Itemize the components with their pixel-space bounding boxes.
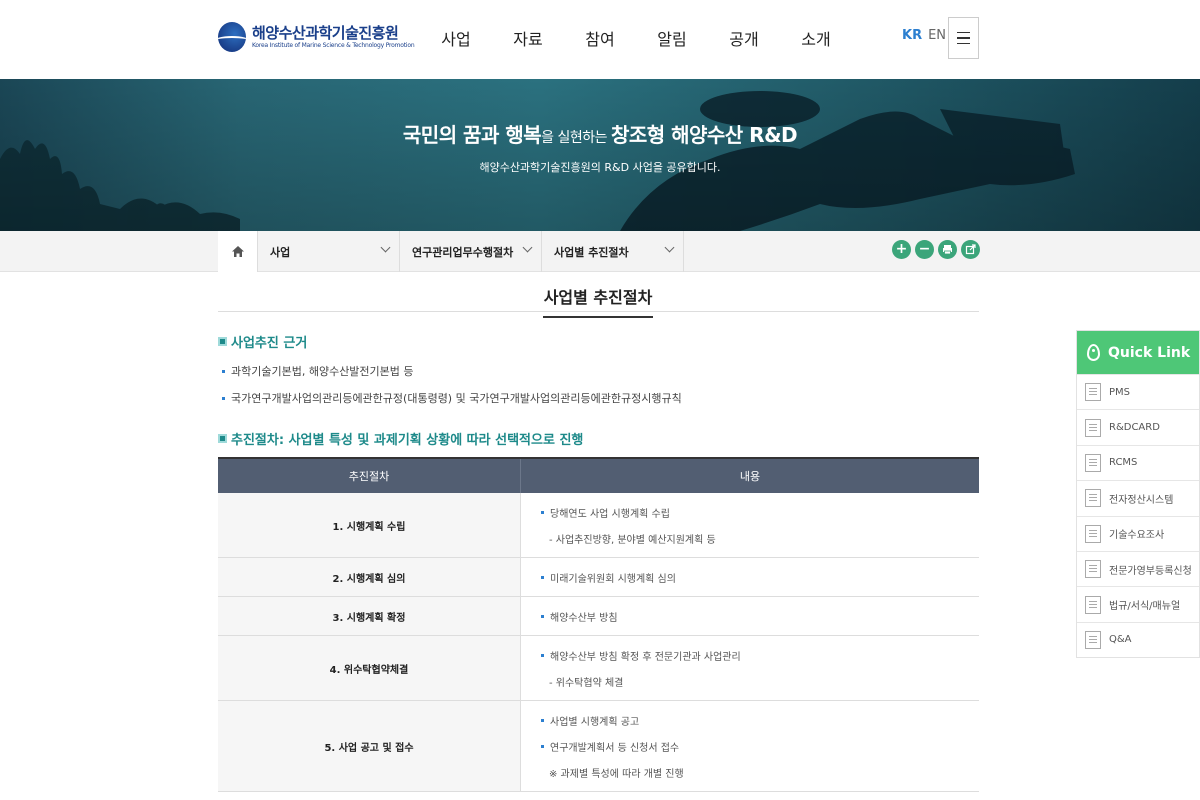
e-settlement-link[interactable]: 전자정산시스템 [1077, 480, 1199, 515]
nav-item-business[interactable]: 사업 [420, 26, 492, 50]
content-line: 미래기술위원회 시행계획 심의 [541, 564, 959, 590]
qna-link[interactable]: Q&A [1077, 621, 1199, 657]
list-item: 국가연구개발사업의관리등에관한규정(대통령령) 및 국가연구개발사업의관리등에관… [222, 390, 682, 406]
square-bullet-icon [218, 434, 227, 443]
tech-demand-link[interactable]: 기술수요조사 [1077, 515, 1199, 551]
content-cell: 해양수산부 방침 [521, 597, 979, 635]
rndcard-link[interactable]: R&DCARD [1077, 409, 1199, 444]
document-icon [1085, 418, 1101, 437]
content-line: - 사업추진방향, 분야별 예산지원계획 등 [549, 534, 716, 546]
nav-item-about[interactable]: 소개 [780, 26, 852, 50]
nav-item-disclosure[interactable]: 공개 [708, 26, 780, 50]
lang-kr-link[interactable]: KR [902, 28, 922, 43]
regulations-link[interactable]: 법규/서식/매뉴얼 [1077, 586, 1199, 621]
section-heading: 추진절차: 사업별 특성 및 과제기획 상황에 따라 선택적으로 진행 [218, 429, 583, 448]
square-bullet-icon [218, 337, 227, 346]
external-link-icon [965, 244, 976, 255]
table-row: 5. 사업 공고 및 접수 사업별 시행계획 공고 연구개발계획서 등 신청서 접수… [218, 701, 979, 792]
document-icon [1085, 489, 1101, 508]
bullet-icon [541, 653, 544, 657]
location-pin-icon [1087, 344, 1100, 361]
logo-subtitle: Korea Institute of Marine Science & Tech… [252, 41, 415, 49]
step-cell: 2. 시행계획 심의 [218, 558, 521, 596]
table-header: 추진절차 내용 [218, 459, 979, 493]
expert-registration-link[interactable]: 전문가영부등록신청 [1077, 550, 1199, 586]
breadcrumb: 사업 연구관리업무수행절차 사업별 추진절차 [0, 231, 1200, 272]
bullet-icon [541, 718, 544, 722]
step-cell: 4. 위수탁협약체결 [218, 636, 521, 700]
breadcrumb-level2-dropdown[interactable]: 연구관리업무수행절차 [400, 231, 542, 272]
chevron-down-icon [380, 242, 391, 253]
content-cell: 해양수산부 방침 확정 후 전문기관과 사업관리 - 위수탁협약 체결 [521, 636, 979, 700]
content-cell: 사업별 시행계획 공고 연구개발계획서 등 신청서 접수 ※ 과제별 특성에 따라 … [521, 701, 979, 791]
page-title: 사업별 추진절차 [543, 284, 653, 318]
hero-subtitle: 해양수산과학기술진흥원의 R&D 사업을 공유합니다. [479, 161, 721, 174]
print-button[interactable] [938, 240, 957, 259]
hero-banner: 국민의 꿈과 행복을 실현하는 창조형 해양수산 R&D 해양수산과학기술진흥원… [0, 79, 1200, 231]
document-icon [1085, 560, 1101, 579]
page-title-bar: 사업별 추진절차 [218, 272, 979, 318]
header: 해양수산과학기술진흥원 Korea Institute of Marine Sc… [0, 0, 1200, 79]
hamburger-menu-button[interactable] [948, 17, 979, 59]
section-heading: 사업추진 근거 [218, 332, 307, 351]
document-icon [1085, 630, 1101, 649]
content-cell: 미래기술위원회 시행계획 심의 [521, 558, 979, 596]
content-line: 해양수산부 방침 [541, 603, 959, 629]
zoom-in-button[interactable]: + [892, 240, 911, 259]
chevron-down-icon [522, 242, 533, 253]
breadcrumb-level1-dropdown[interactable]: 사업 [258, 231, 400, 272]
nav-item-participation[interactable]: 참여 [564, 26, 636, 50]
nav-item-resources[interactable]: 자료 [492, 26, 564, 50]
content-cell: 당해연도 사업 시행계획 수립 - 사업추진방향, 분야별 예산지원계획 등 [521, 493, 979, 557]
table-row: 2. 시행계획 심의 미래기술위원회 시행계획 심의 [218, 558, 979, 597]
table-row: 1. 시행계획 수립 당해연도 사업 시행계획 수립 - 사업추진방향, 분야별 예… [218, 493, 979, 558]
column-header: 내용 [739, 470, 761, 483]
hero-title: 국민의 꿈과 행복을 실현하는 창조형 해양수산 R&D [402, 123, 798, 147]
page-tools: + − [892, 240, 980, 259]
home-icon [231, 246, 244, 257]
step-cell: 3. 시행계획 확정 [218, 597, 521, 635]
chevron-down-icon [664, 242, 675, 253]
lang-en-link[interactable]: EN [928, 28, 946, 43]
table-row: 3. 시행계획 확정 해양수산부 방침 [218, 597, 979, 636]
bullet-icon [541, 614, 544, 618]
list-item: 과학기술기본법, 해양수산발전기본법 등 [222, 363, 414, 379]
share-button[interactable] [961, 240, 980, 259]
logo-emblem-icon [218, 22, 246, 52]
content-line: 해양수산부 방침 확정 후 전문기관과 사업관리 [541, 642, 959, 668]
quick-link-header: Quick Link [1077, 331, 1199, 374]
pms-link[interactable]: PMS [1077, 374, 1199, 409]
column-header: 추진절차 [218, 459, 521, 493]
content-line: 연구개발계획서 등 신청서 접수 [541, 733, 959, 759]
procedure-table: 추진절차 내용 1. 시행계획 수립 당해연도 사업 시행계획 수립 - 사업추진방… [218, 457, 979, 792]
content-line: 당해연도 사업 시행계획 수립 [541, 499, 959, 525]
step-cell: 5. 사업 공고 및 접수 [218, 701, 521, 791]
document-icon [1085, 524, 1101, 543]
step-cell: 1. 시행계획 수립 [218, 493, 521, 557]
breadcrumb-level3-dropdown[interactable]: 사업별 추진절차 [542, 231, 684, 272]
rcms-link[interactable]: RCMS [1077, 444, 1199, 480]
home-button[interactable] [218, 231, 258, 272]
logo-title: 해양수산과학기술진흥원 [252, 23, 399, 42]
nav-item-notice[interactable]: 알림 [636, 26, 708, 50]
language-switch: KR EN [902, 28, 946, 43]
bullet-icon [541, 575, 544, 579]
content-line: - 위수탁협약 체결 [549, 677, 624, 689]
document-icon [1085, 383, 1101, 402]
content-line: ※ 과제별 특성에 따라 개별 진행 [549, 768, 684, 780]
bullet-icon [541, 510, 544, 514]
content-line: 사업별 시행계획 공고 [541, 707, 959, 733]
table-row: 4. 위수탁협약체결 해양수산부 방침 확정 후 전문기관과 사업관리 - 위수탁협… [218, 636, 979, 701]
zoom-out-button[interactable]: − [915, 240, 934, 259]
document-icon [1085, 453, 1101, 472]
document-icon [1085, 595, 1101, 614]
main-nav: 사업 자료 참여 알림 공개 소개 [420, 26, 852, 50]
bullet-icon [541, 744, 544, 748]
hamburger-icon [957, 31, 970, 34]
print-icon [943, 245, 952, 255]
quick-link-panel: Quick Link PMS R&DCARD RCMS 전자정산시스템 기술수요조사 전문… [1076, 330, 1200, 659]
site-logo[interactable]: 해양수산과학기술진흥원 Korea Institute of Marine Sc… [218, 22, 415, 52]
